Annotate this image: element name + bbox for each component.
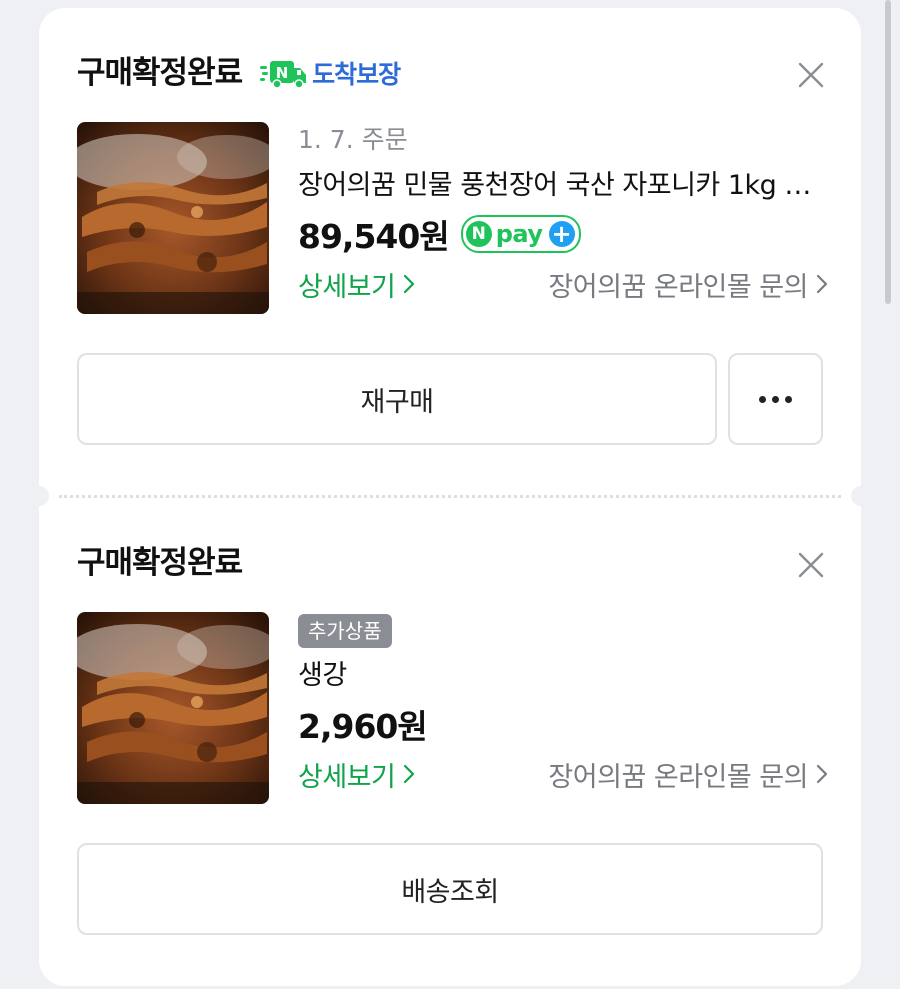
product-links: 상세보기 장어의꿈 온라인몰 문의: [298, 264, 828, 304]
price-row: 89,540원 N pay +: [298, 210, 828, 258]
arrival-guarantee-badge: N 도착보장: [260, 55, 401, 91]
seller-inquiry-link[interactable]: 장어의꿈 온라인몰 문의: [548, 755, 828, 794]
order-header: 구매확정완료 N 도착보장: [77, 52, 401, 94]
chevron-right-icon: [404, 764, 415, 784]
product-thumbnail[interactable]: [77, 612, 269, 804]
product-links: 상세보기 장어의꿈 온라인몰 문의: [298, 754, 828, 794]
order-item-2: 구매확정완료 추가상품 생강 2,960원 상세보기 장어의꿈 온라인몰 문의 …: [39, 496, 861, 986]
seller-inquiry-label: 장어의꿈 온라인몰 문의: [548, 761, 808, 793]
addon-product-tag: 추가상품: [298, 614, 392, 648]
delivery-truck-n-icon: N: [260, 57, 308, 89]
order-item-1: 구매확정완료 N 도착보장 1. 7. 주문 장어의꿈 민물 풍천장어 국산 자…: [39, 8, 861, 496]
seller-inquiry-label: 장어의꿈 온라인몰 문의: [548, 271, 808, 303]
close-icon[interactable]: [797, 61, 825, 89]
more-options-button[interactable]: [728, 353, 823, 445]
npay-n-icon: N: [465, 221, 492, 247]
order-status: 구매확정완료: [77, 545, 243, 581]
product-title[interactable]: 장어의꿈 민물 풍천장어 국산 자포니카 1kg 손질 장어구이: [298, 166, 828, 206]
scrollbar[interactable]: [885, 0, 891, 304]
seller-inquiry-link[interactable]: 장어의꿈 온라인몰 문의: [548, 265, 828, 304]
chevron-right-icon: [816, 274, 828, 294]
product-info: 추가상품 생강 2,960원 상세보기 장어의꿈 온라인몰 문의: [298, 612, 828, 794]
detail-link-label: 상세보기: [298, 761, 396, 793]
chevron-right-icon: [816, 764, 828, 784]
svg-text:N: N: [276, 64, 289, 82]
product-price: 89,540원: [298, 217, 450, 256]
order-header: 구매확정완료: [77, 542, 243, 584]
detail-link-label: 상세보기: [298, 271, 396, 303]
arrival-guarantee-label: 도착보장: [312, 60, 401, 89]
plus-icon: +: [548, 221, 575, 247]
detail-link[interactable]: 상세보기: [298, 755, 415, 794]
price-row: 2,960원: [298, 700, 828, 748]
track-delivery-button[interactable]: 배송조회: [77, 843, 823, 935]
order-date: 1. 7. 주문: [298, 125, 408, 154]
detail-link[interactable]: 상세보기: [298, 265, 415, 304]
order-card: 구매확정완료 N 도착보장 1. 7. 주문 장어의꿈 민물 풍천장어 국산 자…: [39, 8, 861, 986]
order-status: 구매확정완료: [77, 55, 243, 91]
chevron-right-icon: [404, 274, 415, 294]
close-icon[interactable]: [797, 551, 825, 579]
more-dots-icon: [759, 395, 792, 403]
product-price: 2,960원: [298, 707, 428, 746]
npay-plus-badge: N pay +: [460, 215, 581, 253]
rebuy-button[interactable]: 재구매: [77, 353, 717, 445]
product-title[interactable]: 생강: [298, 656, 828, 696]
npay-label: pay: [495, 220, 543, 248]
product-thumbnail[interactable]: [77, 122, 269, 314]
product-info: 1. 7. 주문 장어의꿈 민물 풍천장어 국산 자포니카 1kg 손질 장어구…: [298, 122, 828, 304]
